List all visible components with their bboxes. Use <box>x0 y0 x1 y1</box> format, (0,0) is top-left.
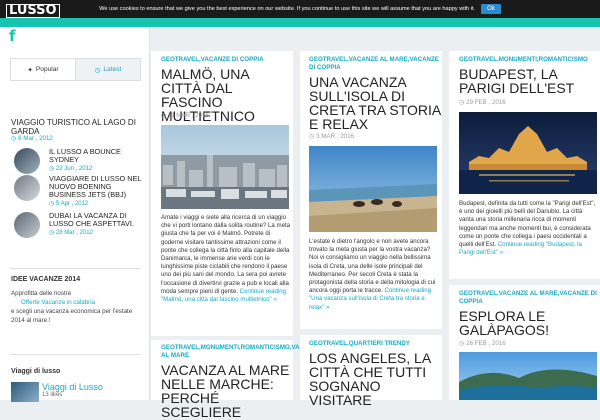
post-categories[interactable]: GEOTRAVEL,MONUMENTI,ROMANTICISMO <box>459 56 597 64</box>
post-categories[interactable]: GEOTRAVEL,QUARTIERI TRENDY <box>309 340 439 348</box>
header-accent-bar <box>0 18 600 27</box>
post-excerpt: Amate i viaggi e siete alla ricerca di u… <box>161 214 291 304</box>
widget-text: Approfitta delle nostre Offerte Vacanze … <box>11 290 133 324</box>
popular-list: IL LUSSO A BOUNCE SYDNEY ◷ 22 Jun , 2012… <box>14 148 144 239</box>
post-date: ◷ 29 FEB , 2016 <box>459 99 506 106</box>
post-title[interactable]: UNA VACANZA SULL'ISOLA DI CRETA TRA STOR… <box>309 75 441 131</box>
cookie-ok-button[interactable]: Ok <box>481 4 501 14</box>
post-categories[interactable]: GEOTRAVEL,VACANZE AL MARE,VACANZE DI COP… <box>459 290 597 306</box>
post-categories[interactable]: GEOTRAVEL,VACANZE DI COPPIA <box>161 56 291 64</box>
list-item[interactable]: VIAGGIARE DI LUSSO NEL NUOVO BOENING BUS… <box>14 175 144 208</box>
post-categories[interactable]: GEOTRAVEL,MONUMENTI,ROMANTICISMO,VACANZE… <box>161 344 321 360</box>
post-title[interactable]: VACANZA AL MARE NELLE MARCHE: PERCHÉ SCE… <box>161 363 291 419</box>
facebook-page-box[interactable]: Viaggi di Lusso 13 likes <box>11 382 141 402</box>
popular-latest-tabs: ✦ Popular ◷ Latest <box>10 58 141 81</box>
tab-popular[interactable]: ✦ Popular <box>11 59 75 80</box>
post-thumbnail[interactable] <box>14 148 40 174</box>
post-date: ◷ 3 MAR , 2016 <box>309 133 354 140</box>
post-excerpt: L'estate è dietro l'angolo e non avete a… <box>309 238 436 311</box>
page-likes: 13 likes <box>42 392 63 398</box>
post-title[interactable]: BUDAPEST, LA PARIGI DELL'EST <box>459 67 597 95</box>
divider <box>10 354 141 355</box>
featured-post-title[interactable]: VIAGGIO TURISTICO AL LAGO DI GARDA <box>11 118 141 136</box>
tab-popular-label: Popular <box>35 66 59 73</box>
cookie-text: We use cookies to ensure that we give yo… <box>99 6 476 12</box>
list-item-title[interactable]: IL LUSSO A BOUNCE SYDNEY <box>49 148 144 164</box>
tab-latest-label: Latest <box>103 66 122 73</box>
site-logo[interactable]: LUSSO <box>6 4 60 18</box>
tab-latest[interactable]: ◷ Latest <box>75 59 140 80</box>
post-excerpt: Budapest, definita da tutti come la "Par… <box>459 200 596 257</box>
post-image[interactable] <box>161 125 289 209</box>
post-categories[interactable]: GEOTRAVEL,VACANZE AL MARE,VACANZE DI COP… <box>309 56 439 72</box>
featured-post-date: ◷ 8 Mar , 2012 <box>11 135 53 142</box>
post-title[interactable]: LOS ANGELES, LA CITTÀ CHE TUTTI SOGNANO … <box>309 351 441 407</box>
post-image[interactable] <box>459 352 597 400</box>
facebook-icon[interactable]: f <box>9 27 16 45</box>
offerte-link[interactable]: Offerte Vacanze in calabria <box>21 299 95 306</box>
post-thumbnail[interactable] <box>14 175 40 201</box>
list-item-date: ◷ 28 Mar , 2012 <box>49 230 93 236</box>
widget-title: IDEE VACANZE 2014 <box>11 276 81 283</box>
post-date: ◷ 26 FEB , 2016 <box>459 340 506 347</box>
popular-icon: ✦ <box>27 66 33 74</box>
post-title[interactable]: ESPLORA LE GALÀPAGOS! <box>459 309 597 337</box>
page-thumbnail[interactable] <box>11 382 39 402</box>
post-date: ◷ 11 MAR , 2016 <box>161 112 209 119</box>
list-item-title[interactable]: VIAGGIARE DI LUSSO NEL NUOVO BOENING BUS… <box>49 175 144 199</box>
list-item-date: ◷ 22 Jun , 2012 <box>49 166 93 172</box>
clock-icon: ◷ <box>94 66 101 74</box>
list-item-title[interactable]: DUBAI LA VACANZA DI LUSSO CHE ASPETTAVI. <box>49 212 144 228</box>
cookie-bar: We use cookies to ensure that we give yo… <box>0 0 600 18</box>
post-image[interactable] <box>459 112 597 194</box>
divider <box>10 268 141 269</box>
list-item[interactable]: DUBAI LA VACANZA DI LUSSO CHE ASPETTAVI.… <box>14 212 144 238</box>
list-item-date: ◷ 5 Apr , 2012 <box>49 201 89 207</box>
widget-title: Viaggi di lusso <box>11 368 61 375</box>
post-thumbnail[interactable] <box>14 212 40 238</box>
page-name[interactable]: Viaggi di Lusso <box>42 382 103 392</box>
post-image[interactable] <box>309 146 437 232</box>
list-item[interactable]: IL LUSSO A BOUNCE SYDNEY ◷ 22 Jun , 2012 <box>14 148 144 174</box>
